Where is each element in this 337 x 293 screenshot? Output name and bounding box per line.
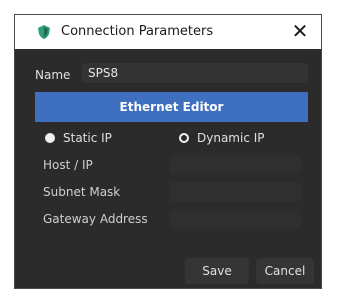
host-ip-label: Host / IP	[43, 158, 93, 172]
radio-unselected-icon	[179, 133, 189, 143]
host-ip-input[interactable]	[169, 155, 301, 175]
title-bar: Connection Parameters ✕	[15, 15, 321, 49]
close-button[interactable]: ✕	[289, 20, 311, 42]
subnet-mask-label: Subnet Mask	[43, 185, 121, 199]
name-input[interactable]	[82, 63, 308, 83]
name-label: Name	[35, 68, 71, 82]
dynamic-ip-radio[interactable]: Dynamic IP	[179, 131, 265, 145]
app-shield-icon	[38, 25, 50, 39]
subnet-mask-input[interactable]	[169, 182, 301, 202]
dynamic-ip-label: Dynamic IP	[197, 131, 265, 145]
radio-selected-icon	[45, 133, 55, 143]
gateway-address-input[interactable]	[169, 209, 301, 229]
connection-parameters-dialog: Connection Parameters ✕ Name Ethernet Ed…	[14, 14, 322, 289]
cancel-button[interactable]: Cancel	[256, 258, 314, 284]
window-title: Connection Parameters	[61, 24, 214, 39]
save-button[interactable]: Save	[185, 258, 249, 284]
static-ip-radio[interactable]: Static IP	[45, 131, 112, 145]
ethernet-editor-button[interactable]: Ethernet Editor	[35, 92, 308, 122]
static-ip-label: Static IP	[63, 131, 112, 145]
gateway-address-label: Gateway Address	[43, 212, 148, 226]
